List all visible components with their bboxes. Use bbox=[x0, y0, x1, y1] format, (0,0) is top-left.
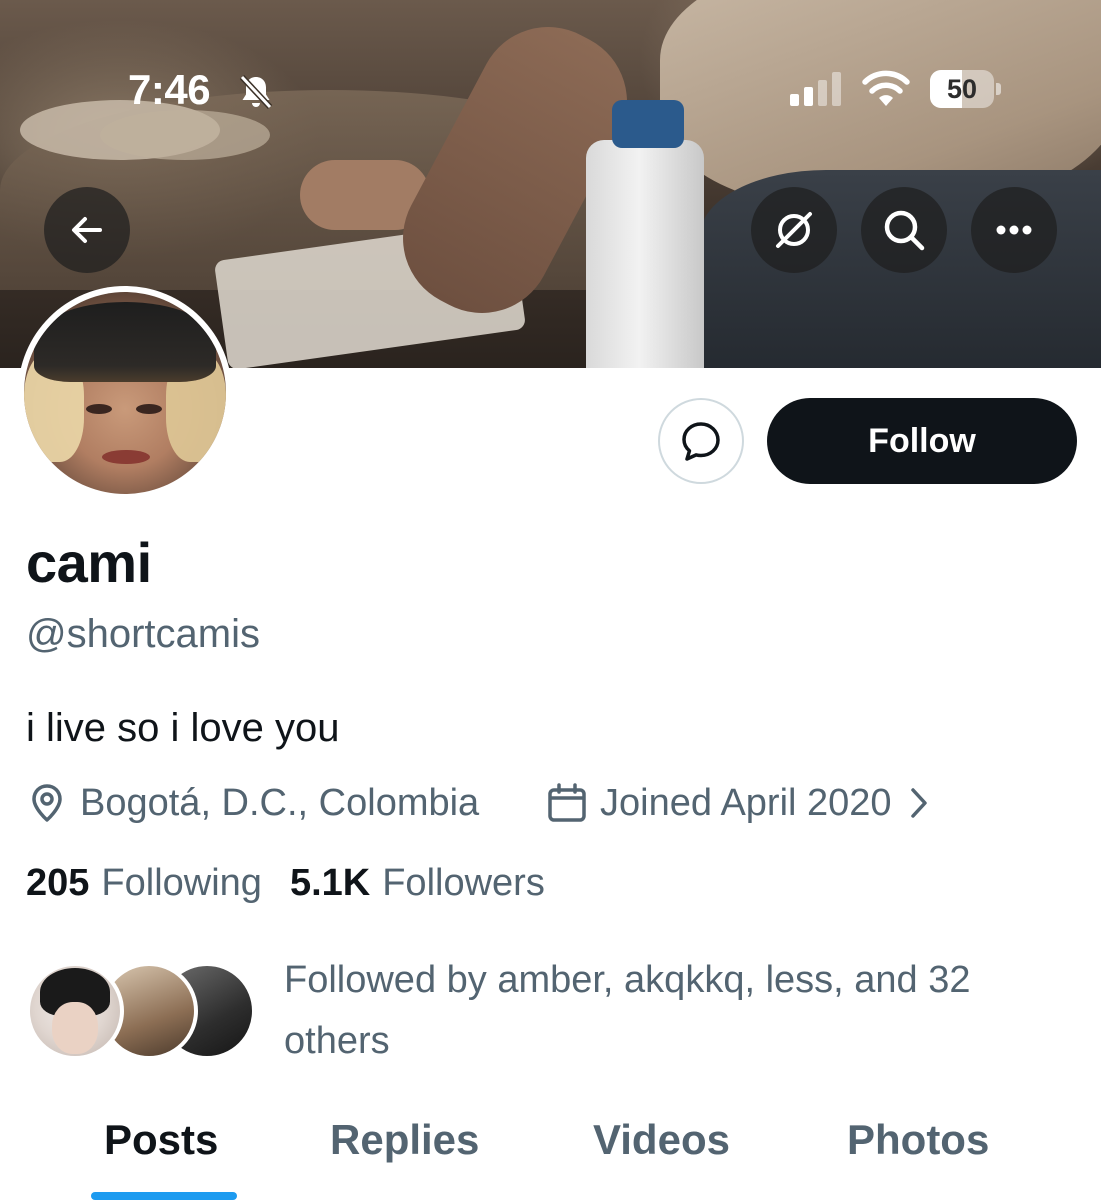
tab-replies[interactable]: Replies bbox=[330, 1116, 479, 1164]
followers-stat[interactable]: 5.1K Followers bbox=[290, 862, 545, 905]
location-row: Bogotá, D.C., Colombia bbox=[26, 778, 479, 828]
tab-videos[interactable]: Videos bbox=[593, 1116, 730, 1164]
joined-text: Joined April 2020 bbox=[600, 781, 892, 824]
display-name: cami bbox=[26, 531, 152, 594]
username-handle: @shortcamis bbox=[26, 612, 260, 656]
avatar-eye-shape bbox=[136, 404, 162, 414]
profile-avatar[interactable] bbox=[18, 286, 232, 500]
search-button[interactable] bbox=[861, 187, 947, 273]
followers-count: 5.1K bbox=[289, 862, 371, 904]
avatar-image bbox=[24, 292, 226, 494]
back-button[interactable] bbox=[44, 187, 130, 273]
followed-by-text[interactable]: Followed by amber, akqkkq, less, and 32 … bbox=[284, 950, 1064, 1072]
message-button[interactable] bbox=[658, 398, 744, 484]
tab-posts[interactable]: Posts bbox=[104, 1116, 218, 1164]
calendar-icon bbox=[548, 783, 586, 822]
grok-button[interactable] bbox=[751, 187, 837, 273]
active-tab-indicator bbox=[91, 1192, 237, 1200]
follow-button[interactable]: Follow bbox=[767, 398, 1077, 484]
location-pin-icon bbox=[32, 784, 62, 822]
avatar-hat-shape bbox=[34, 302, 216, 382]
chevron-right-icon bbox=[910, 788, 927, 818]
location-text: Bogotá, D.C., Colombia bbox=[80, 781, 480, 824]
follow-stats: 205 Following 5.1K Followers bbox=[26, 862, 573, 905]
banner-plate-shape bbox=[100, 110, 270, 160]
grok-icon bbox=[776, 212, 812, 248]
battery-body: 50 bbox=[930, 70, 994, 108]
follower-avatar[interactable] bbox=[26, 962, 124, 1060]
banner-bottle-cap-shape bbox=[612, 100, 684, 148]
following-stat[interactable]: 205 Following bbox=[26, 862, 262, 905]
profile-bio: i live so i love you bbox=[26, 706, 340, 750]
tab-photos[interactable]: Photos bbox=[847, 1116, 989, 1164]
avatar-mouth-shape bbox=[102, 450, 150, 464]
joined-row[interactable]: Joined April 2020 bbox=[546, 778, 942, 828]
avatar-eye-shape bbox=[86, 404, 112, 414]
profile-tabs: Posts Replies Videos Photos bbox=[0, 1100, 1101, 1200]
following-count: 205 bbox=[26, 862, 90, 904]
avatar-face-shape bbox=[52, 1002, 98, 1054]
more-button[interactable] bbox=[971, 187, 1057, 273]
cellular-signal-icon bbox=[790, 72, 841, 106]
arrow-left-icon bbox=[72, 217, 102, 243]
banner-bottle-shape bbox=[586, 140, 704, 368]
search-icon bbox=[884, 210, 925, 251]
more-icon bbox=[996, 225, 1032, 235]
battery-indicator: 50 bbox=[930, 70, 1001, 108]
silent-bell-icon bbox=[239, 74, 273, 110]
following-label: Following bbox=[101, 862, 262, 904]
followers-label: Followers bbox=[382, 862, 545, 904]
message-icon bbox=[682, 422, 720, 461]
battery-nub bbox=[996, 83, 1001, 95]
wifi-icon bbox=[862, 70, 910, 106]
status-time: 7:46 bbox=[128, 66, 211, 113]
battery-level: 50 bbox=[946, 74, 978, 104]
